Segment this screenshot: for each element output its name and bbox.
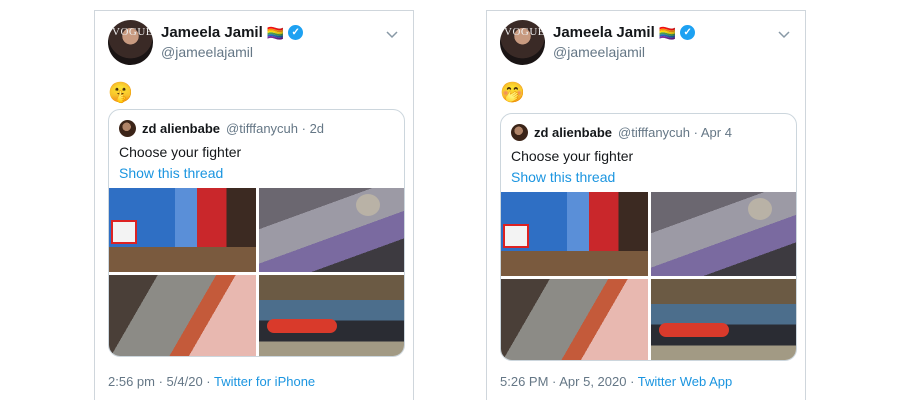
tweet-body-emoji: 🤫 bbox=[108, 82, 133, 104]
photo-grid bbox=[109, 188, 404, 356]
tweet-time[interactable]: 2:56 pm · 5/4/20 · bbox=[108, 374, 214, 389]
quoted-tweet[interactable]: zd alienbabe @tifffanycuh · 2d Choose yo… bbox=[108, 109, 405, 357]
chevron-down-icon[interactable] bbox=[777, 27, 791, 41]
photo-water-bottles[interactable] bbox=[501, 192, 648, 276]
author-handle[interactable]: @jameelajamil bbox=[161, 44, 253, 60]
photo-shopping-cart[interactable] bbox=[501, 278, 648, 360]
quoted-avatar bbox=[119, 120, 136, 137]
tweet-time[interactable]: 5:26 PM · Apr 5, 2020 · bbox=[500, 374, 638, 389]
photo-belt bbox=[659, 322, 729, 337]
tweet-card[interactable]: VOGUE Jameela Jamil 🏳️‍🌈 ✓ @jameelajamil… bbox=[94, 10, 414, 400]
photo-grid bbox=[501, 192, 796, 360]
tweet-body-emoji: 🤭 bbox=[500, 82, 525, 104]
rainbow-flag-emoji: 🏳️‍🌈 bbox=[266, 24, 285, 41]
tweet-source-link[interactable]: Twitter Web App bbox=[638, 374, 732, 389]
avatar[interactable]: VOGUE bbox=[500, 20, 545, 65]
photo-conveyor-belt[interactable] bbox=[259, 274, 404, 356]
tweet-timestamp: 2:56 pm · 5/4/20 · Twitter for iPhone bbox=[108, 374, 315, 389]
author-display-name[interactable]: Jameela Jamil bbox=[161, 24, 263, 41]
verified-badge-icon: ✓ bbox=[680, 25, 696, 40]
quoted-tweet-text: Choose your fighter bbox=[511, 148, 634, 164]
quoted-tweet-text: Choose your fighter bbox=[119, 144, 242, 160]
photo-shopping-cart[interactable] bbox=[109, 274, 256, 356]
tweet-card[interactable]: VOGUE Jameela Jamil 🏳️‍🌈 ✓ @jameelajamil… bbox=[486, 10, 806, 400]
quoted-author-name: zd alienbabe bbox=[534, 125, 613, 140]
photo-shopper-checkout[interactable] bbox=[259, 188, 404, 272]
show-thread-link[interactable]: Show this thread bbox=[119, 165, 223, 181]
avatar-brand-text: VOGUE bbox=[112, 26, 153, 38]
photo-water-bottles[interactable] bbox=[109, 188, 256, 272]
quoted-author-handle-date: @tifffanycuh · Apr 4 bbox=[618, 125, 732, 140]
photo-shopper-checkout[interactable] bbox=[651, 192, 796, 276]
author-name-row: Jameela Jamil 🏳️‍🌈 ✓ bbox=[553, 24, 696, 41]
photo-conveyor-belt[interactable] bbox=[651, 278, 796, 360]
quoted-author-handle-date: @tifffanycuh · 2d bbox=[226, 121, 325, 136]
tweet-timestamp: 5:26 PM · Apr 5, 2020 · Twitter Web App bbox=[500, 374, 732, 389]
photo-belt bbox=[267, 318, 337, 333]
quoted-tweet[interactable]: zd alienbabe @tifffanycuh · Apr 4 Choose… bbox=[500, 113, 797, 361]
author-name-row: Jameela Jamil 🏳️‍🌈 ✓ bbox=[161, 24, 304, 41]
quoted-author-name: zd alienbabe bbox=[142, 121, 221, 136]
author-display-name[interactable]: Jameela Jamil bbox=[553, 24, 655, 41]
avatar-brand-text: VOGUE bbox=[504, 26, 545, 38]
chevron-down-icon[interactable] bbox=[385, 27, 399, 41]
avatar[interactable]: VOGUE bbox=[108, 20, 153, 65]
verified-badge-icon: ✓ bbox=[288, 25, 304, 40]
quoted-avatar bbox=[511, 124, 528, 141]
photo-shopper-head bbox=[748, 198, 772, 220]
photo-sign bbox=[503, 224, 529, 248]
show-thread-link[interactable]: Show this thread bbox=[511, 169, 615, 185]
tweet-source-link[interactable]: Twitter for iPhone bbox=[214, 374, 315, 389]
photo-sign bbox=[111, 220, 137, 244]
author-handle[interactable]: @jameelajamil bbox=[553, 44, 645, 60]
quoted-tweet-header: zd alienbabe @tifffanycuh · Apr 4 bbox=[511, 124, 732, 141]
photo-shopper-head bbox=[356, 194, 380, 216]
quoted-tweet-header: zd alienbabe @tifffanycuh · 2d bbox=[119, 120, 324, 137]
rainbow-flag-emoji: 🏳️‍🌈 bbox=[658, 24, 677, 41]
